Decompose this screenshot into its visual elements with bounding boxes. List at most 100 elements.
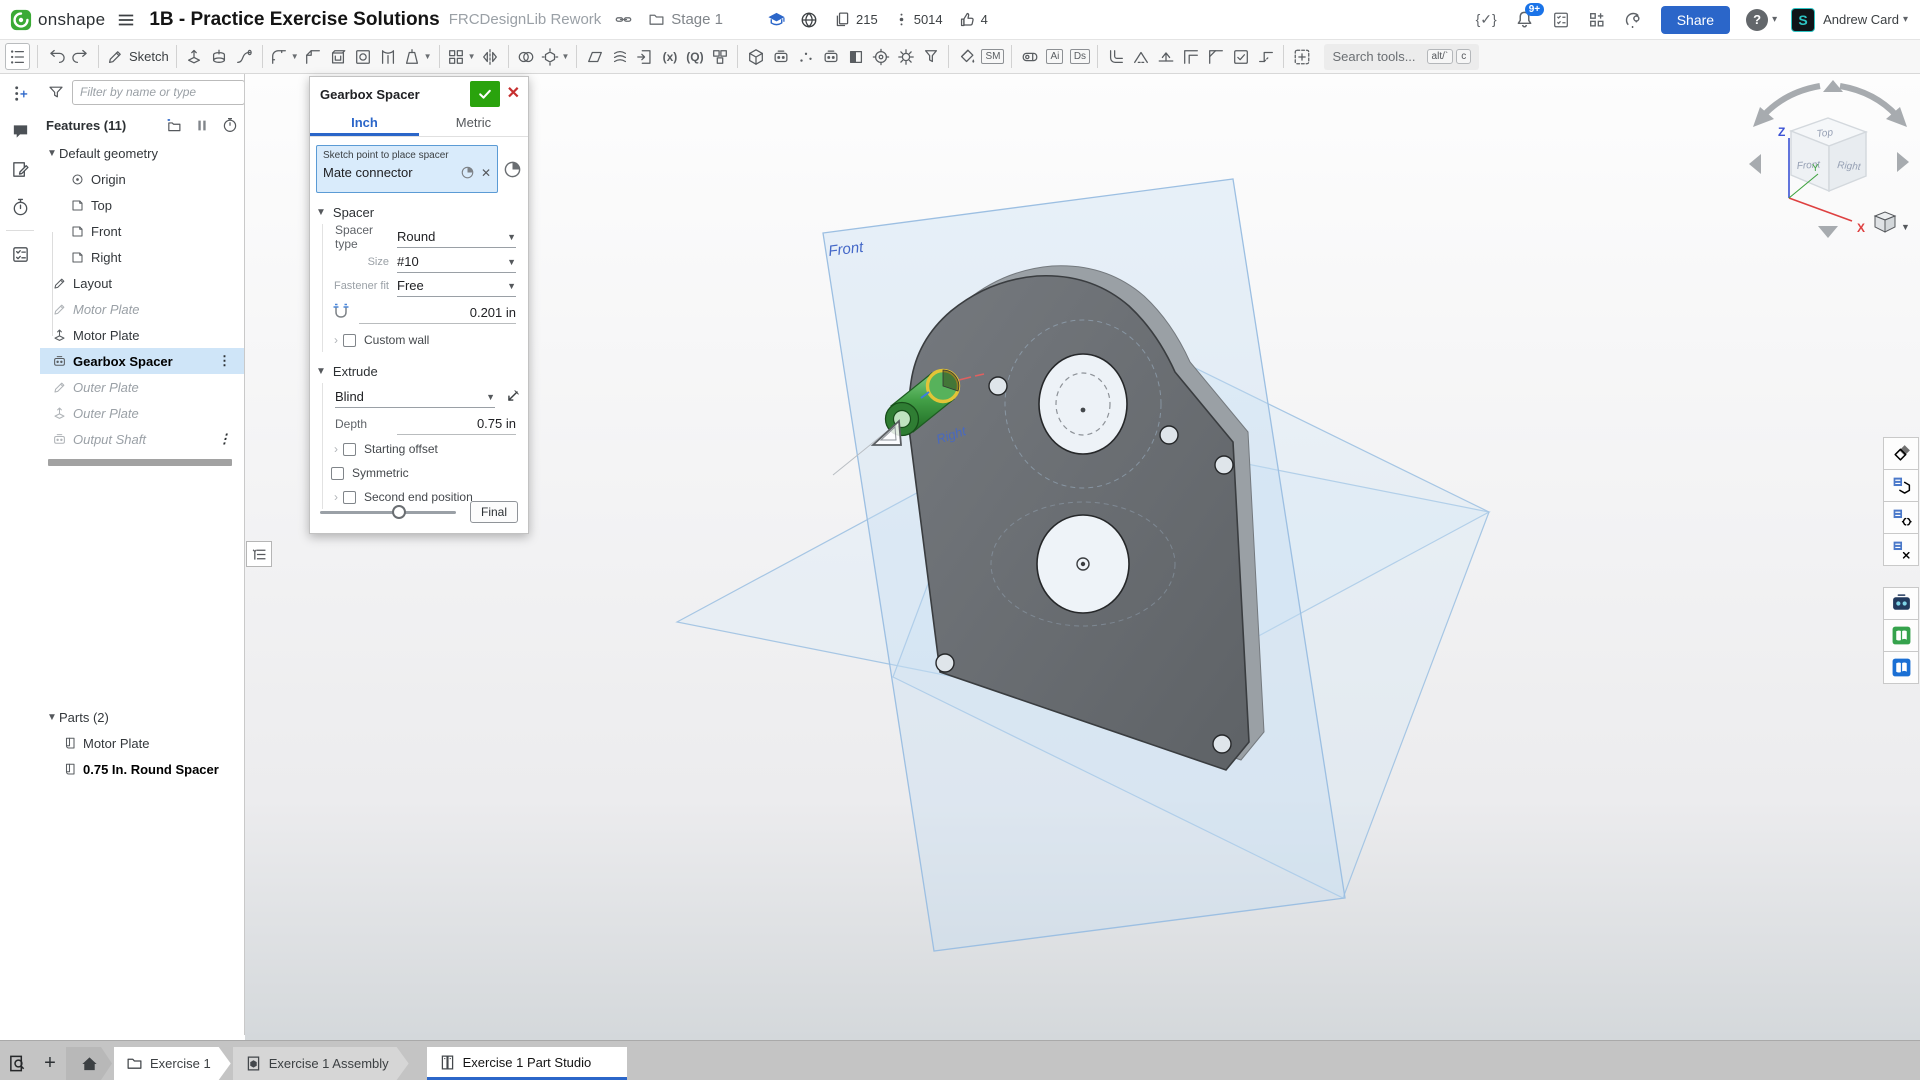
app-store-icon[interactable] [1588, 11, 1606, 29]
toolbar-transform-button[interactable]: ▼ [539, 43, 572, 70]
new-tab-button[interactable]: + [34, 1047, 66, 1080]
feature-row-outer-plate[interactable]: Outer Plate [40, 400, 244, 426]
likes-stat[interactable]: 4 [959, 11, 988, 28]
learning-assistant-icon[interactable] [1624, 10, 1643, 29]
panel-edit-document-button[interactable] [0, 150, 40, 188]
chevron-down-icon[interactable]: ▼ [45, 148, 59, 159]
depth-field[interactable]: 0.75 in [397, 413, 516, 435]
panel-version-graph-button[interactable] [0, 74, 40, 112]
tab-exercise-1-assembly[interactable]: Exercise 1 Assembly [233, 1047, 409, 1080]
toolbar-measure-button[interactable] [1017, 43, 1042, 70]
user-avatar[interactable]: S [1791, 8, 1815, 32]
chevron-down-icon[interactable]: ▼ [562, 52, 570, 61]
toolbar-hole-button[interactable] [351, 43, 376, 70]
feature-row-top[interactable]: Top [40, 192, 244, 218]
regeneration-time-icon[interactable] [222, 117, 238, 133]
toolbar-revolve-button[interactable] [207, 43, 232, 70]
chevron-down-icon[interactable]: ▼ [468, 52, 476, 61]
toolbar-import-button[interactable] [632, 43, 657, 70]
home-tab-button[interactable] [66, 1047, 112, 1080]
toolbar-cam-button[interactable] [868, 43, 893, 70]
cancel-button[interactable]: ✕ [507, 86, 520, 102]
toolbar-draft-button[interactable]: ▼ [401, 43, 434, 70]
toolbar-corner-button[interactable] [1178, 43, 1203, 70]
toolbar-mirror-button[interactable] [478, 43, 503, 70]
view-menu-cube-icon[interactable] [1875, 212, 1895, 232]
folder-name[interactable]: Stage 1 [671, 11, 723, 28]
tab-search-icon[interactable] [0, 1047, 34, 1080]
tab-exercise-1-part-studio[interactable]: Exercise 1 Part Studio [427, 1047, 628, 1080]
panel-configured-features-tab[interactable] [1883, 501, 1919, 534]
filter-input[interactable] [72, 80, 245, 105]
mount-hole[interactable] [1213, 735, 1231, 753]
toolbar-flatten-button[interactable] [1153, 43, 1178, 70]
end-type-dropdown[interactable]: Blind ▼ [335, 386, 495, 408]
final-button[interactable]: Final [470, 501, 518, 523]
toolbar-corner-chamfer-button[interactable] [1203, 43, 1228, 70]
toolbar-rib-button[interactable] [376, 43, 401, 70]
feature-status-dots-icon[interactable]: ⋮ [212, 353, 238, 369]
toolbar-linear-pattern-button[interactable]: ▼ [445, 43, 478, 70]
toolbar-plane-button[interactable] [582, 43, 607, 70]
feature-status-dots-icon[interactable]: ⋮ [212, 431, 238, 447]
rollback-bar[interactable] [48, 459, 232, 466]
toolbar-extrude-button[interactable] [182, 43, 207, 70]
toolbar-fillet-button[interactable]: ▼ [268, 43, 301, 70]
extrude-section-header[interactable]: ▼ Extrude [310, 359, 528, 383]
panel-configurations-tab[interactable] [1883, 469, 1919, 502]
task-list-icon[interactable] [1552, 11, 1570, 29]
toolbar-feature-list-toggle-button[interactable] [5, 43, 30, 70]
feature-row-origin[interactable]: Origin [40, 166, 244, 192]
toolbar-helix-button[interactable] [607, 43, 632, 70]
dialog-header[interactable]: Gearbox Spacer ✕ [310, 77, 528, 111]
tab-exercise-1-folder[interactable]: Exercise 1 [114, 1047, 231, 1080]
toolbar-gear-button[interactable] [893, 43, 918, 70]
feature-row-output-shaft[interactable]: Output Shaft⋮ [40, 426, 244, 452]
mount-hole[interactable] [1215, 456, 1233, 474]
custom-wall-checkbox[interactable] [343, 334, 356, 347]
user-menu-caret-icon[interactable]: ▾ [1903, 14, 1908, 25]
preview-slider[interactable] [320, 511, 456, 514]
toolbar-flange-button[interactable] [1103, 43, 1128, 70]
versions-stat[interactable]: 5014 [894, 11, 943, 28]
toolbar-ai-tool-button[interactable]: Ai [1042, 43, 1067, 70]
panel-history-button[interactable] [0, 188, 40, 226]
toolbar-bend-line-button[interactable] [1253, 43, 1278, 70]
copies-stat[interactable]: 215 [834, 11, 878, 28]
feature-row-motor-plate[interactable]: Motor Plate [40, 322, 244, 348]
feature-row-right[interactable]: Right [40, 244, 244, 270]
feature-row-motor-plate[interactable]: Motor Plate [40, 296, 244, 322]
panel-follow-checklist-button[interactable] [0, 235, 40, 273]
view-menu-caret-icon[interactable]: ▼ [1901, 222, 1910, 232]
feature-list-flyout-toggle[interactable] [246, 541, 272, 567]
mount-hole[interactable] [989, 377, 1007, 395]
learning-center-icon[interactable] [767, 10, 786, 29]
feature-row-gearbox-spacer[interactable]: Gearbox Spacer⋮ [40, 348, 244, 374]
user-name[interactable]: Andrew Card [1823, 12, 1899, 27]
toolbar-shell-button[interactable] [326, 43, 351, 70]
toolbar-point-pattern-button[interactable] [793, 43, 818, 70]
clear-selection-icon[interactable]: ✕ [481, 166, 491, 180]
toolbar-mkcad-feature-2-button[interactable] [818, 43, 843, 70]
main-menu-icon[interactable] [117, 11, 135, 29]
notifications-bell-icon[interactable]: 9+ [1515, 10, 1534, 29]
toolbar-frame-button[interactable] [707, 43, 732, 70]
fastener-fit-dropdown[interactable]: Free ▼ [397, 275, 516, 297]
toolbar-paint-button[interactable] [954, 43, 979, 70]
toolbar-color-part-button[interactable] [843, 43, 868, 70]
symmetric-checkbox[interactable] [331, 467, 344, 480]
flip-direction-icon[interactable] [503, 389, 520, 406]
public-globe-icon[interactable] [800, 11, 818, 29]
suppress-regeneration-icon[interactable] [195, 118, 209, 133]
preview-slider-knob[interactable] [392, 505, 406, 519]
chevron-down-icon[interactable]: ▼ [291, 52, 299, 61]
document-title[interactable]: 1B - Practice Exercise Solutions [149, 9, 439, 31]
panel-documentation-library-tab[interactable] [1883, 651, 1919, 684]
starting-offset-checkbox[interactable] [343, 443, 356, 456]
expand-chevron-icon[interactable]: › [329, 333, 343, 347]
spacer-section-header[interactable]: ▼ Spacer [310, 200, 528, 224]
toolbar-boolean-button[interactable] [514, 43, 539, 70]
feature-row-default-geometry[interactable]: ▼Default geometry [40, 140, 244, 166]
part-row-motor-plate[interactable]: Motor Plate [40, 730, 244, 756]
feature-row-front[interactable]: Front [40, 218, 244, 244]
